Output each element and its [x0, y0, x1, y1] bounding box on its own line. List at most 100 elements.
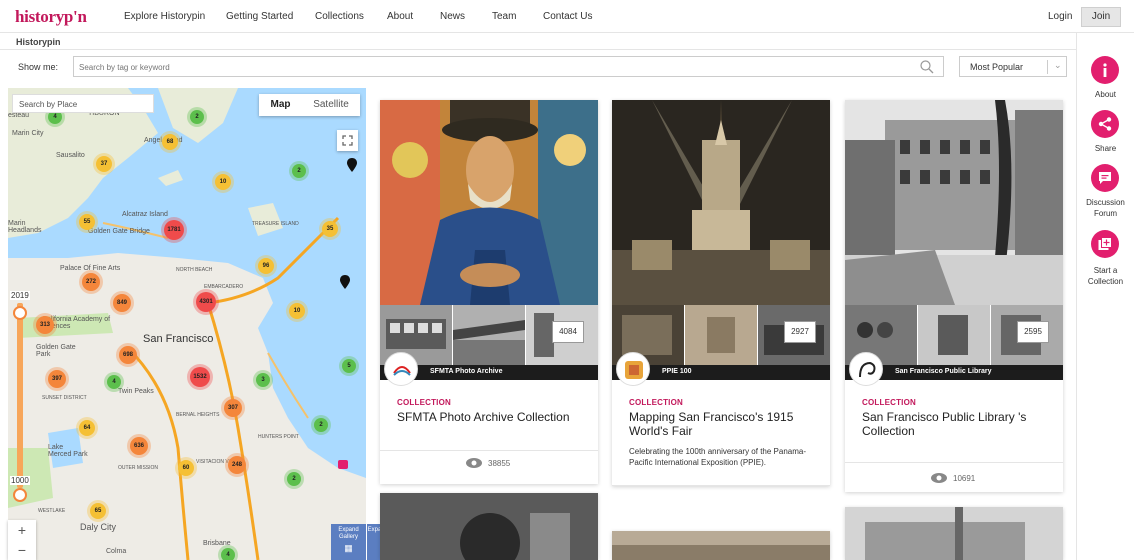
- collection-card[interactable]: 2927 PPIE 100 COLLECTION Mapping San Fra…: [612, 100, 830, 486]
- join-button[interactable]: Join: [1081, 7, 1121, 27]
- map-cluster[interactable]: 2: [287, 472, 301, 486]
- collection-title[interactable]: San Francisco Public Library 's Collecti…: [862, 410, 1052, 438]
- map-cluster[interactable]: 96: [258, 258, 274, 274]
- map-view[interactable]: esteau Marin City Sausalito TIBURON Ange…: [8, 88, 366, 560]
- map-cluster[interactable]: 849: [113, 294, 131, 312]
- collection-title[interactable]: Mapping San Francisco's 1915 World's Fai…: [629, 410, 819, 438]
- map-label: Palace Of Fine Arts: [60, 265, 121, 272]
- map-cluster[interactable]: 68: [162, 134, 178, 150]
- search-icon[interactable]: [919, 59, 935, 75]
- collection-owner: SFMTA Photo Archive: [430, 368, 503, 375]
- collection-card[interactable]: [380, 493, 598, 560]
- map-cluster[interactable]: 10: [215, 174, 231, 190]
- map-type-map-button[interactable]: Map: [259, 94, 302, 116]
- map-label: Golden Gate Park: [36, 344, 76, 358]
- nav-contact[interactable]: Contact Us: [543, 11, 592, 22]
- about-button[interactable]: [1091, 56, 1119, 84]
- map-cluster[interactable]: 397: [48, 370, 66, 388]
- collection-card[interactable]: 2595 San Francisco Public Library COLLEC…: [845, 100, 1063, 492]
- map-cluster[interactable]: 65: [90, 503, 106, 519]
- collection-title[interactable]: SFMTA Photo Archive Collection: [397, 410, 587, 424]
- map-label: Lake Merced Park: [48, 444, 88, 458]
- map-cluster[interactable]: 4: [221, 548, 235, 560]
- map-cluster[interactable]: 64: [79, 420, 95, 436]
- collection-cover-image: [380, 100, 598, 305]
- tag-search-input[interactable]: [74, 58, 894, 77]
- map-cluster[interactable]: 2: [190, 110, 204, 124]
- sort-select[interactable]: Most Popular ⌄: [959, 56, 1067, 77]
- map-cluster[interactable]: 272: [82, 273, 100, 291]
- breadcrumb[interactable]: Historypin: [16, 37, 61, 47]
- map-label: TREASURE ISLAND: [252, 221, 299, 227]
- fullscreen-button[interactable]: [337, 130, 358, 151]
- timeline-slider[interactable]: [17, 303, 23, 488]
- map-label: Daly City: [80, 522, 117, 532]
- thumbnail-image: [918, 305, 990, 365]
- map-pin-icon[interactable]: [340, 275, 350, 289]
- map-cluster[interactable]: 248: [228, 456, 246, 474]
- discussion-forum-button[interactable]: [1091, 164, 1119, 192]
- map-cluster[interactable]: 307: [224, 399, 242, 417]
- collection-card[interactable]: 4084 SFMTA Photo Archive COLLECTION SFMT…: [380, 100, 598, 484]
- share-button[interactable]: [1091, 110, 1119, 138]
- share-icon: [1098, 117, 1112, 131]
- nav-getting-started[interactable]: Getting Started: [226, 11, 293, 22]
- start-collection-label: Start a Collection: [1087, 266, 1124, 286]
- map-cluster[interactable]: 4301: [196, 292, 216, 312]
- map-cluster[interactable]: 60: [178, 460, 194, 476]
- map-cluster[interactable]: 313: [36, 316, 54, 334]
- expand-gallery-label: Expand Gallery: [338, 527, 359, 540]
- expand-gallery-button[interactable]: Expand Gallery ▦: [331, 524, 366, 560]
- collection-cover-image: [612, 531, 830, 560]
- map-cluster[interactable]: 37: [96, 156, 112, 172]
- map-cluster[interactable]: 1781: [164, 220, 184, 240]
- zoom-in-button[interactable]: +: [8, 520, 36, 540]
- collection-cover-image: [612, 100, 830, 305]
- info-icon: [1103, 63, 1107, 77]
- zoom-out-button[interactable]: −: [8, 540, 36, 560]
- historypin-logo[interactable]: historyp'n: [15, 7, 87, 27]
- map-cluster[interactable]: 1532: [190, 367, 210, 387]
- map-cluster[interactable]: 55: [79, 214, 95, 230]
- collection-card[interactable]: [612, 531, 830, 560]
- share-label: Share: [1094, 144, 1117, 153]
- place-search-input[interactable]: Search by Place: [12, 94, 154, 113]
- map-marker-icon[interactable]: [338, 460, 348, 469]
- nav-explore[interactable]: Explore Historypin: [124, 11, 205, 22]
- map-label: Marin Headlands: [8, 220, 42, 234]
- owner-avatar[interactable]: [849, 352, 883, 386]
- nav-about[interactable]: About: [387, 11, 413, 22]
- nav-news[interactable]: News: [440, 11, 465, 22]
- map-cluster[interactable]: 3: [256, 373, 270, 387]
- map-cluster[interactable]: 4: [107, 375, 121, 389]
- owner-avatar[interactable]: [384, 352, 418, 386]
- map-cluster[interactable]: 698: [119, 346, 137, 364]
- map-label: Alcatraz Island: [122, 211, 168, 218]
- owner-avatar[interactable]: [616, 352, 650, 386]
- map-cluster[interactable]: 636: [130, 437, 148, 455]
- collection-cover-image: [845, 100, 1063, 305]
- nav-collections[interactable]: Collections: [315, 11, 364, 22]
- collection-cover-image: [845, 507, 1063, 560]
- map-label: Brisbane: [203, 540, 231, 547]
- divider: [0, 49, 1076, 50]
- start-collection-button[interactable]: [1091, 230, 1119, 258]
- map-cluster[interactable]: 5: [342, 359, 356, 373]
- map-label: EMBARCADERO: [204, 284, 244, 290]
- nav-team[interactable]: Team: [492, 11, 516, 22]
- map-label: SUNSET DISTRICT: [42, 395, 87, 401]
- map-pin-icon[interactable]: [347, 158, 357, 172]
- divider: [380, 450, 598, 451]
- map-cluster[interactable]: 10: [289, 303, 305, 319]
- login-link[interactable]: Login: [1048, 11, 1072, 22]
- chevron-down-icon: ⌄: [1054, 60, 1062, 70]
- map-cluster[interactable]: 2: [314, 418, 328, 432]
- chat-icon: [1099, 172, 1111, 184]
- timeline-end-handle[interactable]: [13, 488, 27, 502]
- map-cluster[interactable]: 2: [292, 164, 306, 178]
- collection-card[interactable]: [845, 507, 1063, 560]
- timeline-start-handle[interactable]: [13, 306, 27, 320]
- collection-cover-image: [380, 493, 598, 560]
- map-type-satellite-button[interactable]: Satellite: [302, 94, 360, 116]
- map-cluster[interactable]: 35: [322, 221, 338, 237]
